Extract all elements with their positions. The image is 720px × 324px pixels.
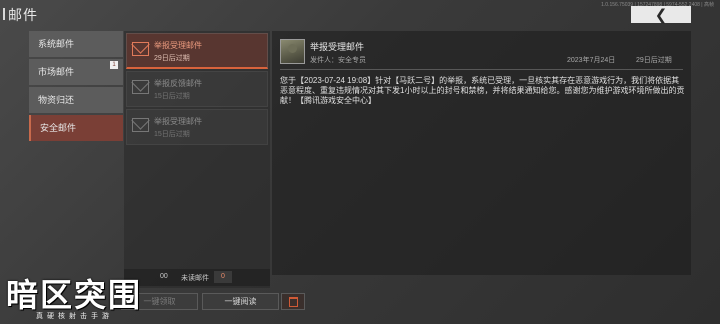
mail-item-title: 举报受理邮件 <box>154 117 202 126</box>
top-bar: 邮件 1.0.156.75039 | 157247898 | 5974-552 … <box>0 0 720 28</box>
sidebar-item-market-mail[interactable]: 市场邮件 1 <box>29 59 123 85</box>
sidebar-item-label: 系统邮件 <box>38 39 75 49</box>
mail-body: 您于【2023-07-24 19:08】针对【马跃二号】的举报，系统已受理，一旦… <box>280 76 685 105</box>
mail-item-expire: 15日后过期 <box>154 131 190 138</box>
mail-title: 举报受理邮件 <box>310 42 365 52</box>
category-sidebar: 系统邮件 市场邮件 1 物资归还 安全邮件 <box>29 31 123 143</box>
sidebar-item-security-mail[interactable]: 安全邮件 <box>29 115 123 141</box>
mail-list-item[interactable]: 举报受理邮件 29日后过期 <box>126 33 268 69</box>
chevron-left-icon: ❮ <box>654 6 668 24</box>
unread-badge: 1 <box>110 61 118 69</box>
mail-content-panel: 举报受理邮件 发件人：安全专员 2023年7月24日 29日后过期 您于【202… <box>272 31 691 275</box>
mail-item-expire: 29日后过期 <box>154 55 190 62</box>
mail-item-title: 举报受理邮件 <box>154 41 202 50</box>
delete-button[interactable] <box>281 293 305 310</box>
envelope-open-icon <box>132 118 149 132</box>
game-logo-watermark: 暗区突围 真硬核射击手游 <box>2 270 162 324</box>
logo-text: 暗区突围 <box>6 277 143 313</box>
content-divider <box>280 69 683 70</box>
envelope-icon <box>132 42 149 56</box>
sidebar-item-label: 物资归还 <box>38 95 75 105</box>
back-button[interactable]: ❮ <box>631 6 691 24</box>
title-marker <box>3 8 5 20</box>
mail-item-expire: 15日后过期 <box>154 93 190 100</box>
mail-list-item[interactable]: 举报受理邮件 15日后过期 <box>126 109 268 145</box>
page-title: 邮件 <box>8 7 38 23</box>
sidebar-item-label: 市场邮件 <box>38 67 75 77</box>
read-all-button[interactable]: 一键阅读 <box>202 293 279 310</box>
mail-expire: 29日后过期 <box>636 57 672 64</box>
sidebar-item-label: 安全邮件 <box>40 123 77 133</box>
unread-count: 0 <box>214 271 232 283</box>
mail-date: 2023年7月24日 <box>567 57 616 64</box>
trash-icon <box>289 297 298 307</box>
unread-label: 未读邮件 <box>181 275 209 282</box>
sidebar-item-system-mail[interactable]: 系统邮件 <box>29 31 123 57</box>
sidebar-item-supply-return[interactable]: 物资归还 <box>29 87 123 113</box>
mail-sender: 发件人：安全专员 <box>310 57 366 64</box>
mail-item-title: 举报反馈邮件 <box>154 79 202 88</box>
envelope-open-icon <box>132 80 149 94</box>
mail-list-item[interactable]: 举报反馈邮件 15日后过期 <box>126 71 268 107</box>
logo-slogan: 真硬核射击手游 <box>36 313 113 320</box>
sender-avatar <box>280 39 305 64</box>
mail-list: 举报受理邮件 29日后过期 举报反馈邮件 15日后过期 举报受理邮件 15日后过… <box>124 31 270 288</box>
